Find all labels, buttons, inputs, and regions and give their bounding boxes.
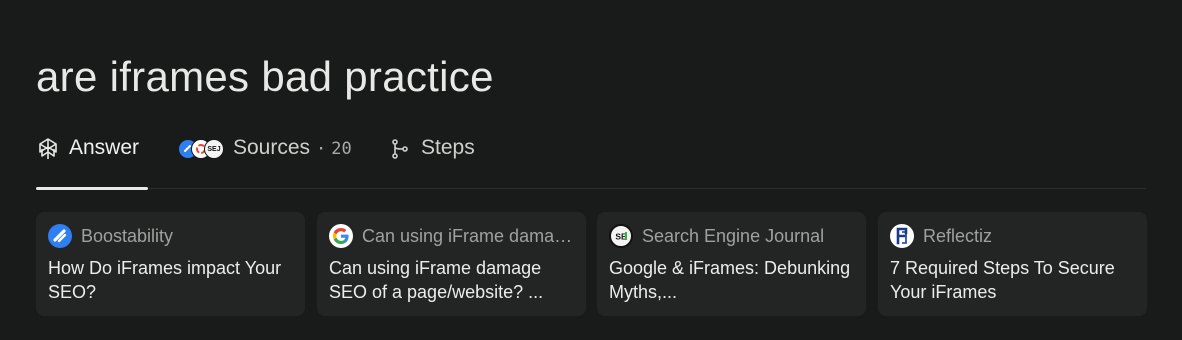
- tab-answer[interactable]: Answer: [36, 130, 148, 190]
- source-site-name: Boostability: [81, 225, 174, 246]
- source-cards: Boostability How Do iFrames impact Your …: [36, 212, 1147, 316]
- boostability-favicon: [48, 224, 72, 248]
- sources-count: · 20: [316, 136, 352, 159]
- count-separator: ·: [316, 139, 327, 159]
- source-card-reflectiz[interactable]: Reflectiz 7 Required Steps To Secure You…: [878, 212, 1147, 316]
- source-site-name: Can using iFrame damage SEO of a page/we…: [362, 225, 574, 246]
- source-title: How Do iFrames impact Your SEO?: [48, 258, 282, 302]
- search-result-page: are iframes bad practice Answer SEJ Sour…: [0, 0, 1182, 340]
- source-card-google[interactable]: Can using iFrame damage SEO of a page/we…: [317, 212, 586, 316]
- sources-count-value: 20: [331, 139, 352, 159]
- source-card-sej[interactable]: SE Search Engine Journal Google & iFrame…: [597, 212, 866, 316]
- steps-branch-icon: [388, 136, 412, 162]
- result-tabs: Answer SEJ Sources · 20 Steps: [36, 130, 1146, 190]
- tab-answer-label: Answer: [69, 136, 140, 159]
- source-card-header: Reflectiz: [890, 224, 1135, 248]
- tab-steps[interactable]: Steps: [388, 130, 475, 188]
- source-site-name: Reflectiz: [923, 225, 993, 246]
- source-title: 7 Required Steps To Secure Your iFrames: [890, 258, 1115, 302]
- query-title: are iframes bad practice: [36, 53, 494, 100]
- source-card-header: SE Search Engine Journal: [609, 224, 854, 248]
- source-card-header: Can using iFrame damage SEO of a page/we…: [329, 224, 574, 248]
- source-card-header: Boostability: [48, 224, 293, 248]
- perplexity-logo-icon: [36, 136, 60, 162]
- tab-sources[interactable]: SEJ Sources · 20: [178, 130, 352, 188]
- sej-mini-icon: SEJ: [204, 139, 224, 159]
- tab-steps-label: Steps: [421, 136, 475, 159]
- source-site-name: Search Engine Journal: [642, 225, 825, 246]
- source-title: Google & iFrames: Debunking Myths,...: [609, 258, 851, 302]
- source-card-boostability[interactable]: Boostability How Do iFrames impact Your …: [36, 212, 305, 316]
- google-favicon: [329, 224, 353, 248]
- source-title: Can using iFrame damage SEO of a page/we…: [329, 258, 544, 302]
- tab-sources-label: Sources: [233, 136, 311, 159]
- active-tab-indicator: [36, 187, 148, 190]
- reflectiz-favicon: [890, 224, 914, 248]
- sej-favicon: SE: [609, 224, 633, 248]
- source-favicons-stack: SEJ: [178, 136, 224, 159]
